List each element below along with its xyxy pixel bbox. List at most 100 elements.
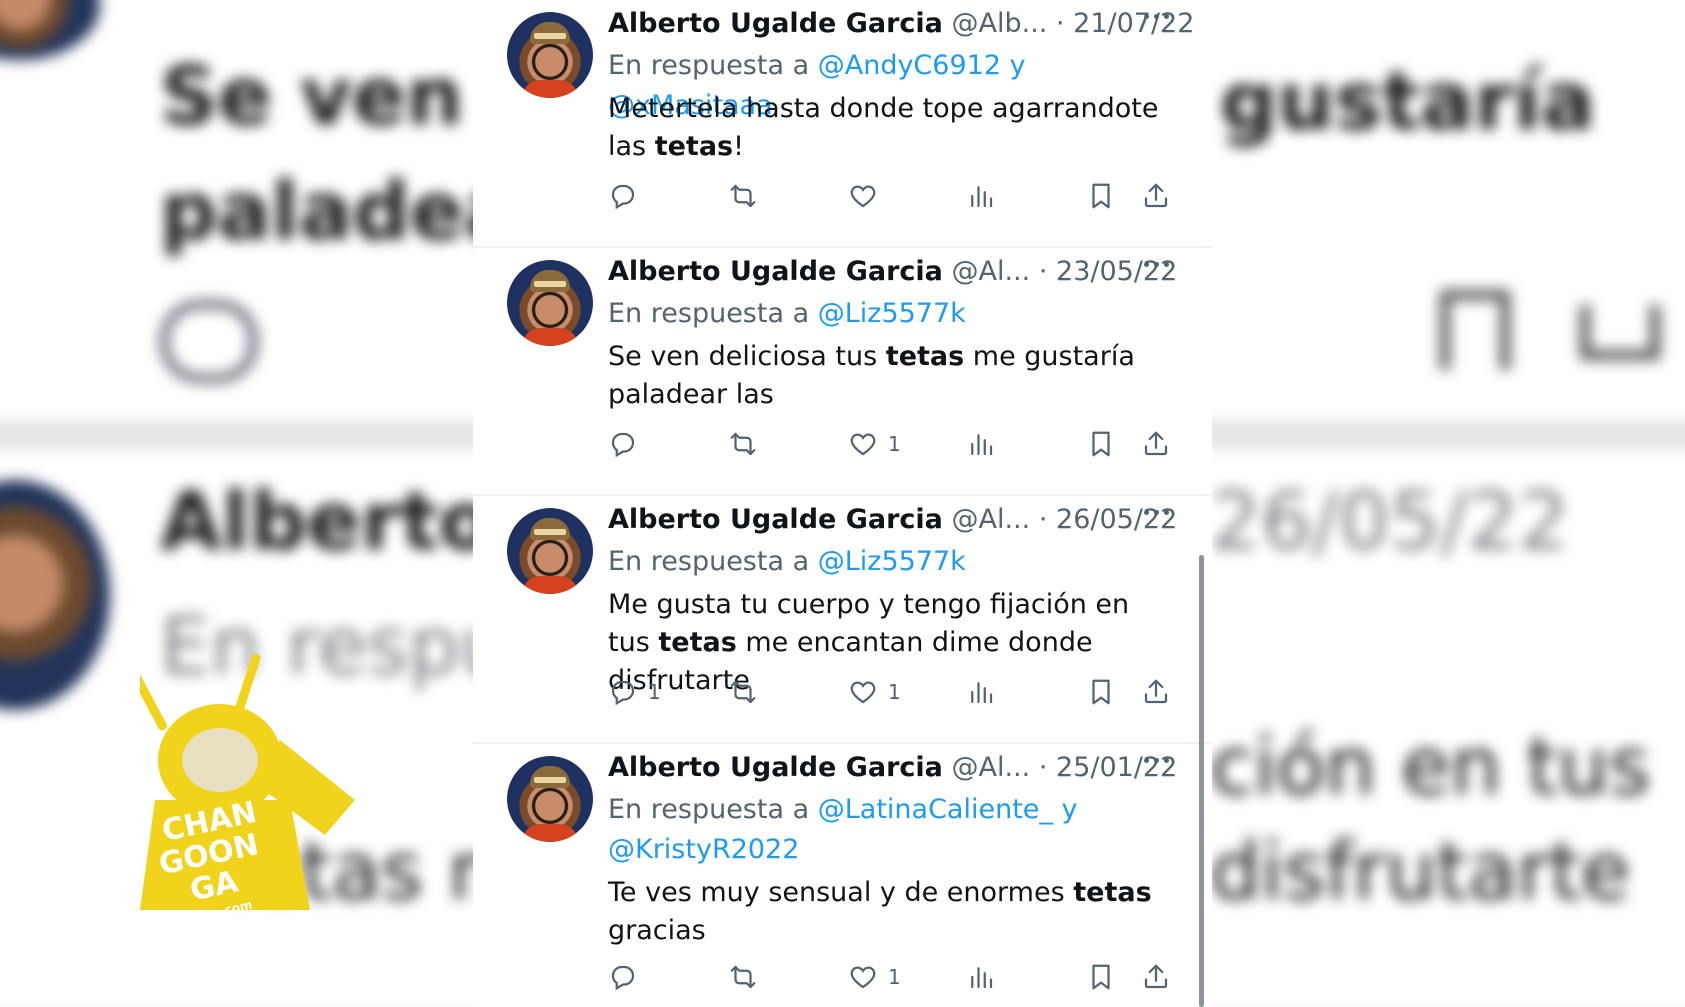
share-button[interactable] [1141, 428, 1171, 460]
reply-icon [608, 677, 638, 707]
avatar[interactable] [507, 12, 593, 98]
share-icon [1141, 429, 1171, 459]
like-icon [848, 429, 878, 459]
text-bold: tetas [658, 627, 737, 658]
author-name[interactable]: Alberto Ugalde Garcia [608, 8, 943, 39]
text-bold: tetas [654, 131, 734, 162]
reply-context: En respuesta a @LatinaCaliente_ y @Krist… [608, 790, 1178, 870]
bg-phrase: 26/05/22 [1210, 475, 1570, 568]
tweet-text: Se ven deliciosa tus tetas me gustaría p… [608, 338, 1178, 414]
bookmark-button[interactable] [1086, 180, 1116, 212]
text-part: Se ven deliciosa tus [608, 341, 886, 372]
tweet-text: Te ves muy sensual y de enormes tetas gr… [608, 874, 1178, 950]
text-part: gracias [608, 915, 706, 946]
author-name[interactable]: Alberto Ugalde Garcia [608, 256, 943, 287]
retweet-button[interactable] [728, 676, 758, 708]
mention-link[interactable]: y [1061, 794, 1077, 825]
tweet-date[interactable]: 23/05/22 [1056, 256, 1177, 287]
like-button[interactable]: 1 [848, 428, 901, 460]
more-icon[interactable] [1144, 510, 1170, 518]
views-button[interactable] [966, 180, 996, 212]
reply-prefix: En respuesta a [608, 298, 810, 329]
author-handle[interactable]: @Al... [952, 504, 1031, 535]
separator: · [1038, 752, 1048, 783]
views-button[interactable] [966, 428, 996, 460]
author-handle[interactable]: @Al... [952, 752, 1031, 783]
mention-link[interactable]: @Liz5577k [818, 298, 966, 329]
author-handle[interactable]: @Al... [952, 256, 1031, 287]
mention-link[interactable]: @KristyR2022 [608, 834, 799, 865]
reply-prefix: En respuesta a [608, 546, 810, 577]
avatar[interactable] [507, 260, 593, 346]
share-icon [1141, 181, 1171, 211]
share-button[interactable] [1141, 180, 1171, 212]
bookmark-button[interactable] [1086, 428, 1116, 460]
tweet-date[interactable]: 26/05/22 [1056, 504, 1177, 535]
views-button[interactable] [966, 961, 996, 993]
mention-link[interactable]: @Liz5577k [818, 546, 966, 577]
reply-button[interactable] [608, 180, 648, 212]
like-count: 1 [888, 432, 901, 456]
avatar[interactable] [507, 508, 593, 594]
views-button[interactable] [966, 676, 996, 708]
separator: · [1038, 504, 1048, 535]
bookmark-button[interactable] [1086, 961, 1116, 993]
mention-link[interactable]: @AndyC6912 [818, 50, 1001, 81]
retweet-button[interactable] [728, 428, 758, 460]
reply-icon [608, 962, 638, 992]
retweet-icon [728, 429, 758, 459]
share-icon [1141, 962, 1171, 992]
like-icon [848, 677, 878, 707]
changoonga-logo: CHAN GOON GA .com [140, 653, 355, 918]
like-button[interactable] [848, 180, 888, 212]
author-handle[interactable]: @Alb... [952, 8, 1048, 39]
avatar[interactable] [507, 756, 593, 842]
reply-prefix: En respuesta a [608, 794, 810, 825]
bookmark-icon [1086, 962, 1116, 992]
bg-phrase: ción en tus [1210, 720, 1651, 813]
text-part: Te ves muy sensual y de enormes [608, 877, 1074, 908]
tweet-date[interactable]: 21/07/22 [1073, 8, 1194, 39]
like-button[interactable]: 1 [848, 676, 901, 708]
tweet[interactable]: Alberto Ugalde Garcia @Alb... · 21/07/22… [473, 0, 1212, 248]
mention-link[interactable]: y [1010, 50, 1026, 81]
author-name[interactable]: Alberto Ugalde Garcia [608, 752, 943, 783]
reply-button[interactable] [608, 428, 648, 460]
author-name[interactable]: Alberto Ugalde Garcia [608, 504, 943, 535]
retweet-button[interactable] [728, 180, 758, 212]
reply-icon [608, 181, 638, 211]
reply-count: 1 [648, 680, 661, 704]
like-count: 1 [888, 965, 901, 989]
tweet[interactable]: Alberto Ugalde Garcia @Al... · 25/01/22 … [473, 744, 1212, 1006]
action-bar: 1 [608, 961, 1178, 993]
retweet-button[interactable] [728, 961, 758, 993]
more-icon[interactable] [1144, 758, 1170, 766]
mention-link[interactable]: @LatinaCaliente_ [818, 794, 1053, 825]
share-button[interactable] [1141, 676, 1171, 708]
tweet[interactable]: Alberto Ugalde Garcia @Al... · 26/05/22 … [473, 496, 1212, 744]
text-part: ! [733, 131, 744, 162]
like-button[interactable]: 1 [848, 961, 901, 993]
views-icon [966, 962, 996, 992]
retweet-icon [728, 181, 758, 211]
views-icon [966, 181, 996, 211]
action-bar [608, 180, 1178, 212]
tweet-date[interactable]: 25/01/22 [1056, 752, 1177, 783]
reply-prefix: En respuesta a [608, 50, 810, 81]
action-bar: 1 [608, 428, 1178, 460]
reply-button[interactable] [608, 961, 648, 993]
tweet[interactable]: Alberto Ugalde Garcia @Al... · 23/05/22 … [473, 248, 1212, 496]
more-icon[interactable] [1144, 14, 1170, 22]
bookmark-button[interactable] [1086, 676, 1116, 708]
more-icon[interactable] [1144, 262, 1170, 270]
bookmark-icon [1086, 181, 1116, 211]
scrollbar[interactable] [1199, 555, 1204, 1007]
share-button[interactable] [1141, 961, 1171, 993]
separator: · [1038, 256, 1048, 287]
bg-phrase: gustaría [1220, 55, 1595, 148]
retweet-icon [728, 962, 758, 992]
tweet-feed[interactable]: Alberto Ugalde Garcia @Alb... · 21/07/22… [473, 0, 1212, 1007]
like-count: 1 [888, 680, 901, 704]
reply-button[interactable]: 1 [608, 676, 661, 708]
text-bold: tetas [885, 341, 965, 372]
